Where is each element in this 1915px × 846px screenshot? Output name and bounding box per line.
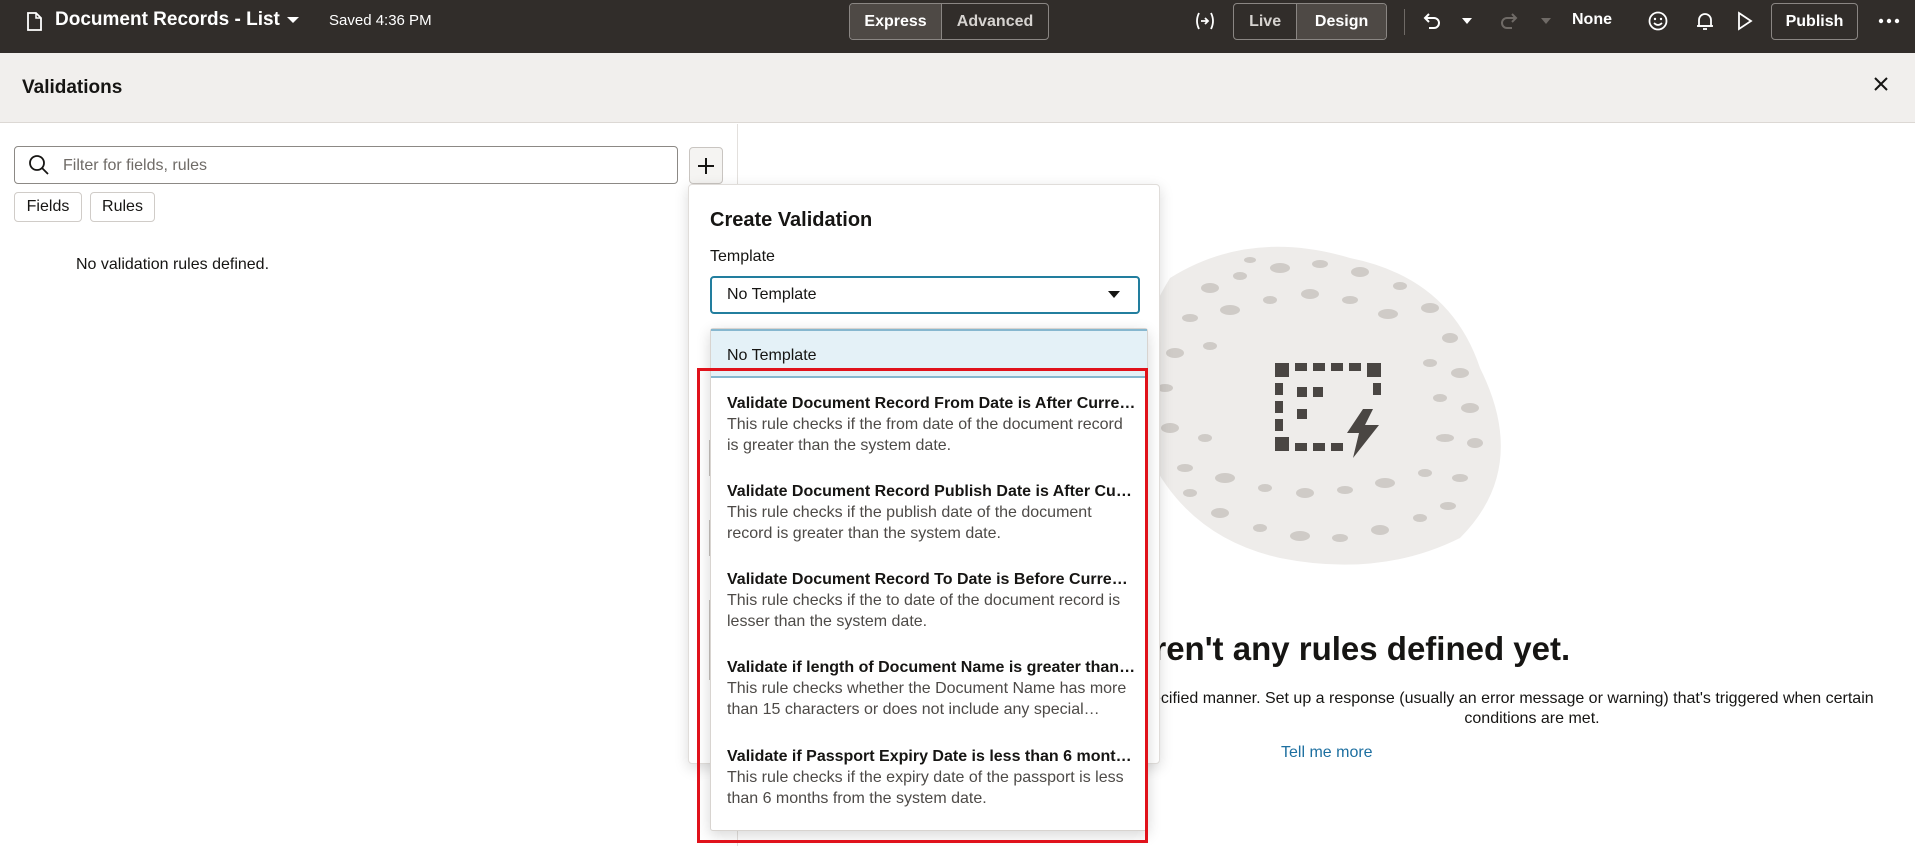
template-value: No Template — [727, 286, 817, 303]
redo-menu-chevron-icon — [1538, 9, 1554, 33]
tab-express[interactable]: Express — [850, 4, 942, 39]
variables-icon[interactable] — [1193, 9, 1217, 33]
add-validation-button[interactable] — [689, 147, 723, 184]
filter-fields[interactable]: Fields — [14, 192, 82, 222]
empty-state-heading: aren't any rules defined yet. — [1135, 630, 1571, 667]
highlight-box — [697, 368, 1148, 843]
saved-status: Saved 4:36 PM — [329, 12, 432, 29]
play-icon[interactable] — [1732, 9, 1756, 33]
publish-button[interactable]: Publish — [1771, 3, 1858, 40]
chevron-down-icon[interactable] — [285, 12, 301, 28]
toolbar-divider — [1404, 9, 1405, 35]
option-label: No Template — [727, 347, 817, 364]
panel-title: Validations — [22, 77, 123, 98]
top-bar: Document Records - List Saved 4:36 PM Ex… — [0, 0, 1915, 53]
tab-live[interactable]: Live — [1234, 4, 1296, 39]
undo-icon[interactable] — [1419, 9, 1443, 33]
bell-icon[interactable] — [1693, 9, 1717, 33]
plus-icon — [698, 157, 714, 174]
page-title[interactable]: Document Records - List — [55, 9, 280, 31]
template-label: Template — [710, 248, 775, 265]
search-input[interactable] — [63, 155, 663, 177]
empty-message: No validation rules defined. — [76, 256, 270, 273]
mode-toggle: Express Advanced — [849, 3, 1049, 40]
search-icon — [29, 155, 49, 175]
more-options-icon[interactable] — [1877, 9, 1901, 33]
view-toggle: Live Design — [1233, 3, 1387, 40]
undo-menu-chevron-icon[interactable] — [1459, 9, 1475, 33]
chevron-down-icon — [1108, 291, 1120, 298]
tab-advanced[interactable]: Advanced — [941, 4, 1048, 39]
tell-me-more-link[interactable]: Tell me more — [1281, 744, 1373, 762]
popover-title: Create Validation — [710, 209, 873, 231]
validations-header: Validations — [0, 53, 1915, 123]
redo-icon — [1498, 9, 1522, 33]
search-field[interactable] — [14, 146, 678, 184]
tab-design[interactable]: Design — [1296, 4, 1386, 39]
empty-desc-line1: ecified manner. Set up a response (usual… — [1152, 690, 1874, 707]
profile-selector[interactable]: None — [1572, 11, 1612, 29]
close-icon[interactable] — [1870, 73, 1892, 95]
empty-state-description: ecified manner. Set up a response (usual… — [1152, 689, 1912, 729]
filter-rules[interactable]: Rules — [90, 192, 155, 222]
validations-sidebar: Fields Rules No validation rules defined… — [0, 124, 738, 846]
document-icon — [27, 12, 42, 31]
smiley-icon[interactable] — [1646, 9, 1670, 33]
empty-desc-line2: conditions are met. — [1464, 710, 1600, 727]
template-select[interactable]: No Template — [710, 276, 1140, 314]
validation-rules-icon — [1275, 363, 1381, 458]
